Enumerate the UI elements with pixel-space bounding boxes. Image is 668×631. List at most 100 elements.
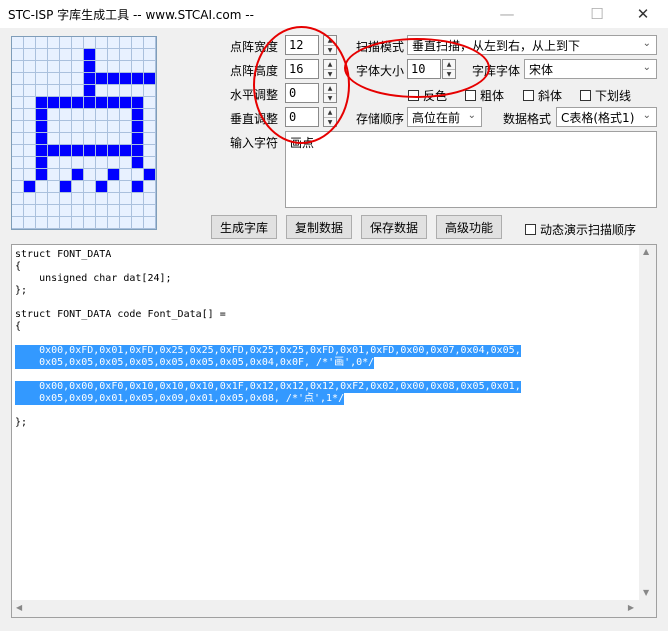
dot-cell[interactable] [108,157,120,169]
input-char-field[interactable]: 画点 [285,131,657,208]
dot-cell[interactable] [96,169,108,181]
dot-cell[interactable] [12,133,24,145]
animate-scan-checkbox[interactable]: 动态演示扫描顺序 [525,221,636,238]
advanced-button[interactable]: 高级功能 [436,215,502,239]
dot-cell[interactable] [132,37,144,49]
dot-cell[interactable] [132,49,144,61]
dot-cell[interactable] [144,145,156,157]
dot-cell[interactable] [60,97,72,109]
dot-cell[interactable] [96,109,108,121]
dot-cell[interactable] [84,181,96,193]
dot-cell[interactable] [36,181,48,193]
dot-cell[interactable] [144,85,156,97]
maximize-button[interactable]: ☐ [574,0,620,28]
dot-cell[interactable] [12,193,24,205]
dot-cell[interactable] [72,121,84,133]
dot-cell[interactable] [144,97,156,109]
dot-cell[interactable] [72,73,84,85]
dot-cell[interactable] [108,133,120,145]
dot-cell[interactable] [96,85,108,97]
dot-cell[interactable] [120,49,132,61]
dot-cell[interactable] [12,61,24,73]
output-text-area[interactable]: struct FONT_DATA { unsigned char dat[24]… [11,244,657,618]
dot-cell[interactable] [72,49,84,61]
dot-cell[interactable] [144,109,156,121]
dot-cell[interactable] [96,217,108,229]
dot-cell[interactable] [36,217,48,229]
hadjust-input[interactable] [285,83,319,103]
dot-cell[interactable] [60,169,72,181]
dot-cell[interactable] [36,169,48,181]
dot-cell[interactable] [144,169,156,181]
dot-cell[interactable] [144,205,156,217]
bold-checkbox[interactable]: 粗体 [465,87,504,104]
checkbox-box[interactable] [523,90,534,101]
dot-cell[interactable] [72,85,84,97]
dot-cell[interactable] [24,157,36,169]
checkbox-box[interactable] [465,90,476,101]
spin-up-icon[interactable]: ▲ [324,84,336,94]
dot-cell[interactable] [60,193,72,205]
dot-cell[interactable] [48,49,60,61]
dot-cell[interactable] [84,169,96,181]
dot-cell[interactable] [108,49,120,61]
dot-cell[interactable] [84,109,96,121]
scroll-left-icon[interactable]: ◀ [16,603,22,612]
horizontal-scrollbar[interactable]: ◀ ▶ [12,600,656,617]
dot-cell[interactable] [144,157,156,169]
dot-cell[interactable] [96,145,108,157]
dot-cell[interactable] [132,205,144,217]
dot-cell[interactable] [84,121,96,133]
font-size-input[interactable] [407,59,441,79]
dot-matrix-preview[interactable] [11,36,157,230]
dot-cell[interactable] [84,85,96,97]
dot-cell[interactable] [144,37,156,49]
width-spinner[interactable]: ▲ ▼ [323,35,337,55]
dot-cell[interactable] [48,133,60,145]
dot-cell[interactable] [24,145,36,157]
dot-cell[interactable] [108,205,120,217]
dot-cell[interactable] [48,217,60,229]
save-data-button[interactable]: 保存数据 [361,215,427,239]
dot-cell[interactable] [84,37,96,49]
dot-cell[interactable] [12,109,24,121]
checkbox-box[interactable] [408,90,419,101]
dot-cell[interactable] [24,217,36,229]
dot-cell[interactable] [108,193,120,205]
dot-cell[interactable] [120,97,132,109]
checkbox-box[interactable] [525,224,536,235]
dot-cell[interactable] [36,121,48,133]
dot-cell[interactable] [48,205,60,217]
dot-cell[interactable] [132,193,144,205]
dot-cell[interactable] [48,181,60,193]
dot-cell[interactable] [48,157,60,169]
dot-cell[interactable] [96,193,108,205]
dot-cell[interactable] [144,121,156,133]
dot-cell[interactable] [132,181,144,193]
dot-cell[interactable] [132,61,144,73]
dot-cell[interactable] [132,157,144,169]
dot-cell[interactable] [36,97,48,109]
scan-mode-select[interactable]: 垂直扫描，从左到右，从上到下 ⌄ [407,35,657,55]
dot-cell[interactable] [24,49,36,61]
dot-cell[interactable] [24,193,36,205]
dot-cell[interactable] [132,121,144,133]
dot-cell[interactable] [48,61,60,73]
dot-cell[interactable] [108,73,120,85]
dot-cell[interactable] [60,121,72,133]
hadjust-spinner[interactable]: ▲ ▼ [323,83,337,103]
dot-cell[interactable] [108,97,120,109]
dot-cell[interactable] [60,73,72,85]
dot-cell[interactable] [84,133,96,145]
italic-checkbox[interactable]: 斜体 [523,87,562,104]
dot-cell[interactable] [132,73,144,85]
dot-cell[interactable] [12,157,24,169]
minimize-button[interactable]: — [484,0,530,28]
dot-cell[interactable] [120,193,132,205]
checkbox-box[interactable] [580,90,591,101]
dot-cell[interactable] [120,157,132,169]
dot-cell[interactable] [96,121,108,133]
dot-cell[interactable] [48,169,60,181]
dot-cell[interactable] [120,217,132,229]
dot-cell[interactable] [84,97,96,109]
